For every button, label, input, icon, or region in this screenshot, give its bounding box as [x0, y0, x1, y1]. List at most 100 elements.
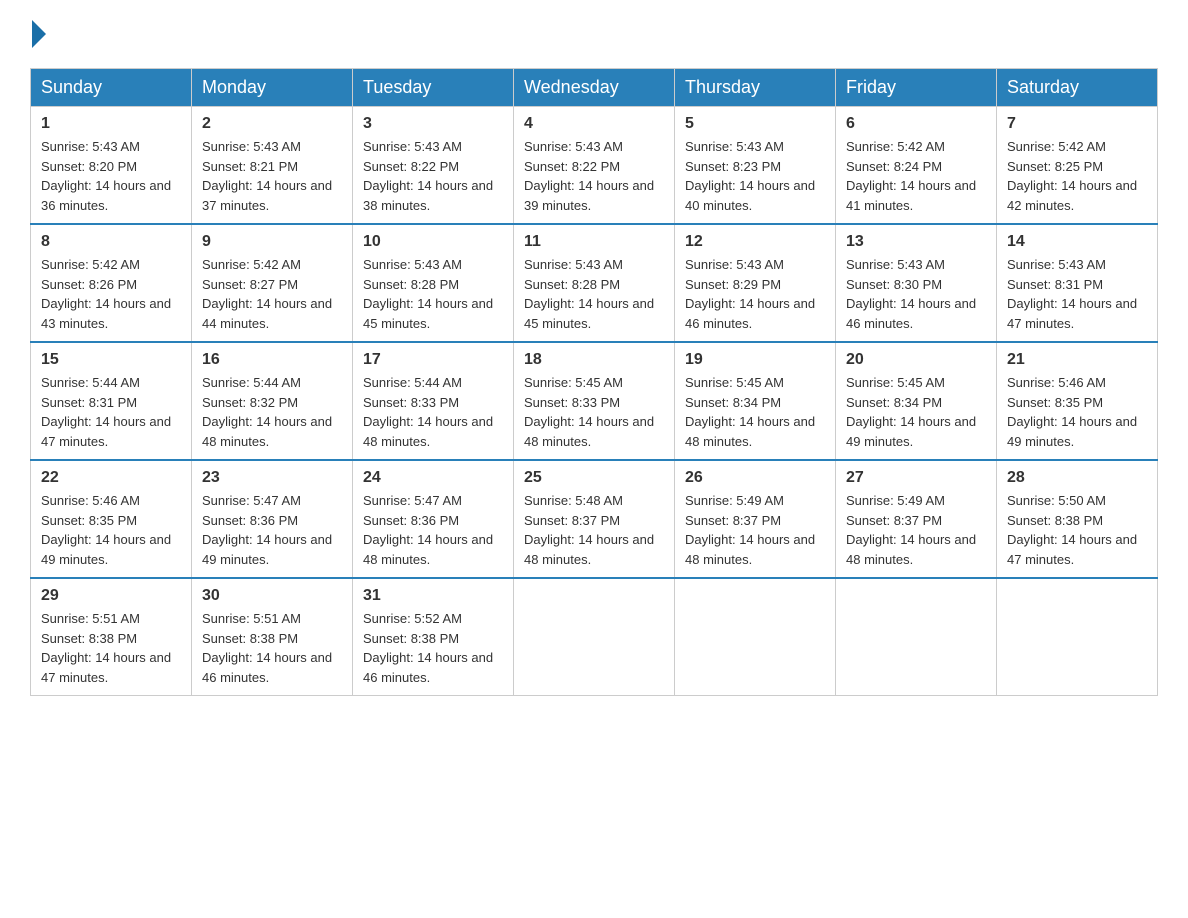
day-number: 26	[685, 469, 825, 487]
column-header-thursday: Thursday	[675, 69, 836, 107]
day-number: 6	[846, 115, 986, 133]
day-number: 22	[41, 469, 181, 487]
day-info: Sunrise: 5:49 AM Sunset: 8:37 PM Dayligh…	[685, 491, 825, 569]
calendar-header-row: SundayMondayTuesdayWednesdayThursdayFrid…	[31, 69, 1158, 107]
calendar-cell	[836, 578, 997, 696]
day-number: 30	[202, 587, 342, 605]
day-number: 27	[846, 469, 986, 487]
column-header-sunday: Sunday	[31, 69, 192, 107]
calendar-cell: 23 Sunrise: 5:47 AM Sunset: 8:36 PM Dayl…	[192, 460, 353, 578]
day-info: Sunrise: 5:43 AM Sunset: 8:31 PM Dayligh…	[1007, 255, 1147, 333]
day-number: 7	[1007, 115, 1147, 133]
day-number: 31	[363, 587, 503, 605]
day-number: 29	[41, 587, 181, 605]
column-header-friday: Friday	[836, 69, 997, 107]
calendar-cell: 26 Sunrise: 5:49 AM Sunset: 8:37 PM Dayl…	[675, 460, 836, 578]
day-info: Sunrise: 5:49 AM Sunset: 8:37 PM Dayligh…	[846, 491, 986, 569]
logo-arrow-icon	[32, 20, 46, 48]
calendar-cell: 31 Sunrise: 5:52 AM Sunset: 8:38 PM Dayl…	[353, 578, 514, 696]
calendar-cell: 10 Sunrise: 5:43 AM Sunset: 8:28 PM Dayl…	[353, 224, 514, 342]
day-info: Sunrise: 5:46 AM Sunset: 8:35 PM Dayligh…	[1007, 373, 1147, 451]
day-info: Sunrise: 5:51 AM Sunset: 8:38 PM Dayligh…	[41, 609, 181, 687]
day-info: Sunrise: 5:42 AM Sunset: 8:26 PM Dayligh…	[41, 255, 181, 333]
calendar-table: SundayMondayTuesdayWednesdayThursdayFrid…	[30, 68, 1158, 696]
day-info: Sunrise: 5:43 AM Sunset: 8:21 PM Dayligh…	[202, 137, 342, 215]
calendar-week-row: 22 Sunrise: 5:46 AM Sunset: 8:35 PM Dayl…	[31, 460, 1158, 578]
calendar-cell: 15 Sunrise: 5:44 AM Sunset: 8:31 PM Dayl…	[31, 342, 192, 460]
calendar-cell: 17 Sunrise: 5:44 AM Sunset: 8:33 PM Dayl…	[353, 342, 514, 460]
day-info: Sunrise: 5:43 AM Sunset: 8:28 PM Dayligh…	[363, 255, 503, 333]
day-number: 17	[363, 351, 503, 369]
day-info: Sunrise: 5:46 AM Sunset: 8:35 PM Dayligh…	[41, 491, 181, 569]
day-number: 25	[524, 469, 664, 487]
calendar-week-row: 1 Sunrise: 5:43 AM Sunset: 8:20 PM Dayli…	[31, 107, 1158, 225]
day-number: 15	[41, 351, 181, 369]
day-info: Sunrise: 5:43 AM Sunset: 8:30 PM Dayligh…	[846, 255, 986, 333]
day-info: Sunrise: 5:45 AM Sunset: 8:33 PM Dayligh…	[524, 373, 664, 451]
day-number: 13	[846, 233, 986, 251]
calendar-cell	[514, 578, 675, 696]
column-header-saturday: Saturday	[997, 69, 1158, 107]
day-info: Sunrise: 5:52 AM Sunset: 8:38 PM Dayligh…	[363, 609, 503, 687]
day-number: 8	[41, 233, 181, 251]
day-number: 14	[1007, 233, 1147, 251]
day-info: Sunrise: 5:42 AM Sunset: 8:24 PM Dayligh…	[846, 137, 986, 215]
page-header	[30, 20, 1158, 48]
day-number: 12	[685, 233, 825, 251]
day-info: Sunrise: 5:50 AM Sunset: 8:38 PM Dayligh…	[1007, 491, 1147, 569]
calendar-cell: 30 Sunrise: 5:51 AM Sunset: 8:38 PM Dayl…	[192, 578, 353, 696]
logo	[30, 20, 48, 48]
day-number: 1	[41, 115, 181, 133]
calendar-cell: 5 Sunrise: 5:43 AM Sunset: 8:23 PM Dayli…	[675, 107, 836, 225]
calendar-cell: 27 Sunrise: 5:49 AM Sunset: 8:37 PM Dayl…	[836, 460, 997, 578]
calendar-cell: 22 Sunrise: 5:46 AM Sunset: 8:35 PM Dayl…	[31, 460, 192, 578]
day-info: Sunrise: 5:43 AM Sunset: 8:23 PM Dayligh…	[685, 137, 825, 215]
day-number: 21	[1007, 351, 1147, 369]
calendar-cell: 13 Sunrise: 5:43 AM Sunset: 8:30 PM Dayl…	[836, 224, 997, 342]
calendar-cell: 9 Sunrise: 5:42 AM Sunset: 8:27 PM Dayli…	[192, 224, 353, 342]
day-number: 3	[363, 115, 503, 133]
calendar-cell	[675, 578, 836, 696]
calendar-cell: 2 Sunrise: 5:43 AM Sunset: 8:21 PM Dayli…	[192, 107, 353, 225]
calendar-cell: 28 Sunrise: 5:50 AM Sunset: 8:38 PM Dayl…	[997, 460, 1158, 578]
column-header-monday: Monday	[192, 69, 353, 107]
calendar-cell: 19 Sunrise: 5:45 AM Sunset: 8:34 PM Dayl…	[675, 342, 836, 460]
calendar-cell: 3 Sunrise: 5:43 AM Sunset: 8:22 PM Dayli…	[353, 107, 514, 225]
day-number: 28	[1007, 469, 1147, 487]
calendar-cell: 1 Sunrise: 5:43 AM Sunset: 8:20 PM Dayli…	[31, 107, 192, 225]
calendar-cell: 25 Sunrise: 5:48 AM Sunset: 8:37 PM Dayl…	[514, 460, 675, 578]
day-info: Sunrise: 5:44 AM Sunset: 8:32 PM Dayligh…	[202, 373, 342, 451]
day-info: Sunrise: 5:45 AM Sunset: 8:34 PM Dayligh…	[846, 373, 986, 451]
calendar-cell: 14 Sunrise: 5:43 AM Sunset: 8:31 PM Dayl…	[997, 224, 1158, 342]
day-number: 5	[685, 115, 825, 133]
day-number: 4	[524, 115, 664, 133]
calendar-cell	[997, 578, 1158, 696]
day-number: 20	[846, 351, 986, 369]
calendar-week-row: 15 Sunrise: 5:44 AM Sunset: 8:31 PM Dayl…	[31, 342, 1158, 460]
calendar-cell: 7 Sunrise: 5:42 AM Sunset: 8:25 PM Dayli…	[997, 107, 1158, 225]
day-number: 16	[202, 351, 342, 369]
day-number: 10	[363, 233, 503, 251]
day-info: Sunrise: 5:48 AM Sunset: 8:37 PM Dayligh…	[524, 491, 664, 569]
day-info: Sunrise: 5:45 AM Sunset: 8:34 PM Dayligh…	[685, 373, 825, 451]
calendar-week-row: 8 Sunrise: 5:42 AM Sunset: 8:26 PM Dayli…	[31, 224, 1158, 342]
day-number: 23	[202, 469, 342, 487]
calendar-cell: 24 Sunrise: 5:47 AM Sunset: 8:36 PM Dayl…	[353, 460, 514, 578]
day-info: Sunrise: 5:42 AM Sunset: 8:25 PM Dayligh…	[1007, 137, 1147, 215]
column-header-tuesday: Tuesday	[353, 69, 514, 107]
calendar-cell: 6 Sunrise: 5:42 AM Sunset: 8:24 PM Dayli…	[836, 107, 997, 225]
day-number: 11	[524, 233, 664, 251]
calendar-cell: 20 Sunrise: 5:45 AM Sunset: 8:34 PM Dayl…	[836, 342, 997, 460]
calendar-cell: 4 Sunrise: 5:43 AM Sunset: 8:22 PM Dayli…	[514, 107, 675, 225]
day-number: 9	[202, 233, 342, 251]
day-number: 18	[524, 351, 664, 369]
day-info: Sunrise: 5:43 AM Sunset: 8:20 PM Dayligh…	[41, 137, 181, 215]
calendar-cell: 12 Sunrise: 5:43 AM Sunset: 8:29 PM Dayl…	[675, 224, 836, 342]
calendar-cell: 8 Sunrise: 5:42 AM Sunset: 8:26 PM Dayli…	[31, 224, 192, 342]
calendar-cell: 16 Sunrise: 5:44 AM Sunset: 8:32 PM Dayl…	[192, 342, 353, 460]
day-info: Sunrise: 5:47 AM Sunset: 8:36 PM Dayligh…	[202, 491, 342, 569]
day-info: Sunrise: 5:43 AM Sunset: 8:22 PM Dayligh…	[363, 137, 503, 215]
day-info: Sunrise: 5:43 AM Sunset: 8:29 PM Dayligh…	[685, 255, 825, 333]
day-info: Sunrise: 5:42 AM Sunset: 8:27 PM Dayligh…	[202, 255, 342, 333]
day-info: Sunrise: 5:47 AM Sunset: 8:36 PM Dayligh…	[363, 491, 503, 569]
